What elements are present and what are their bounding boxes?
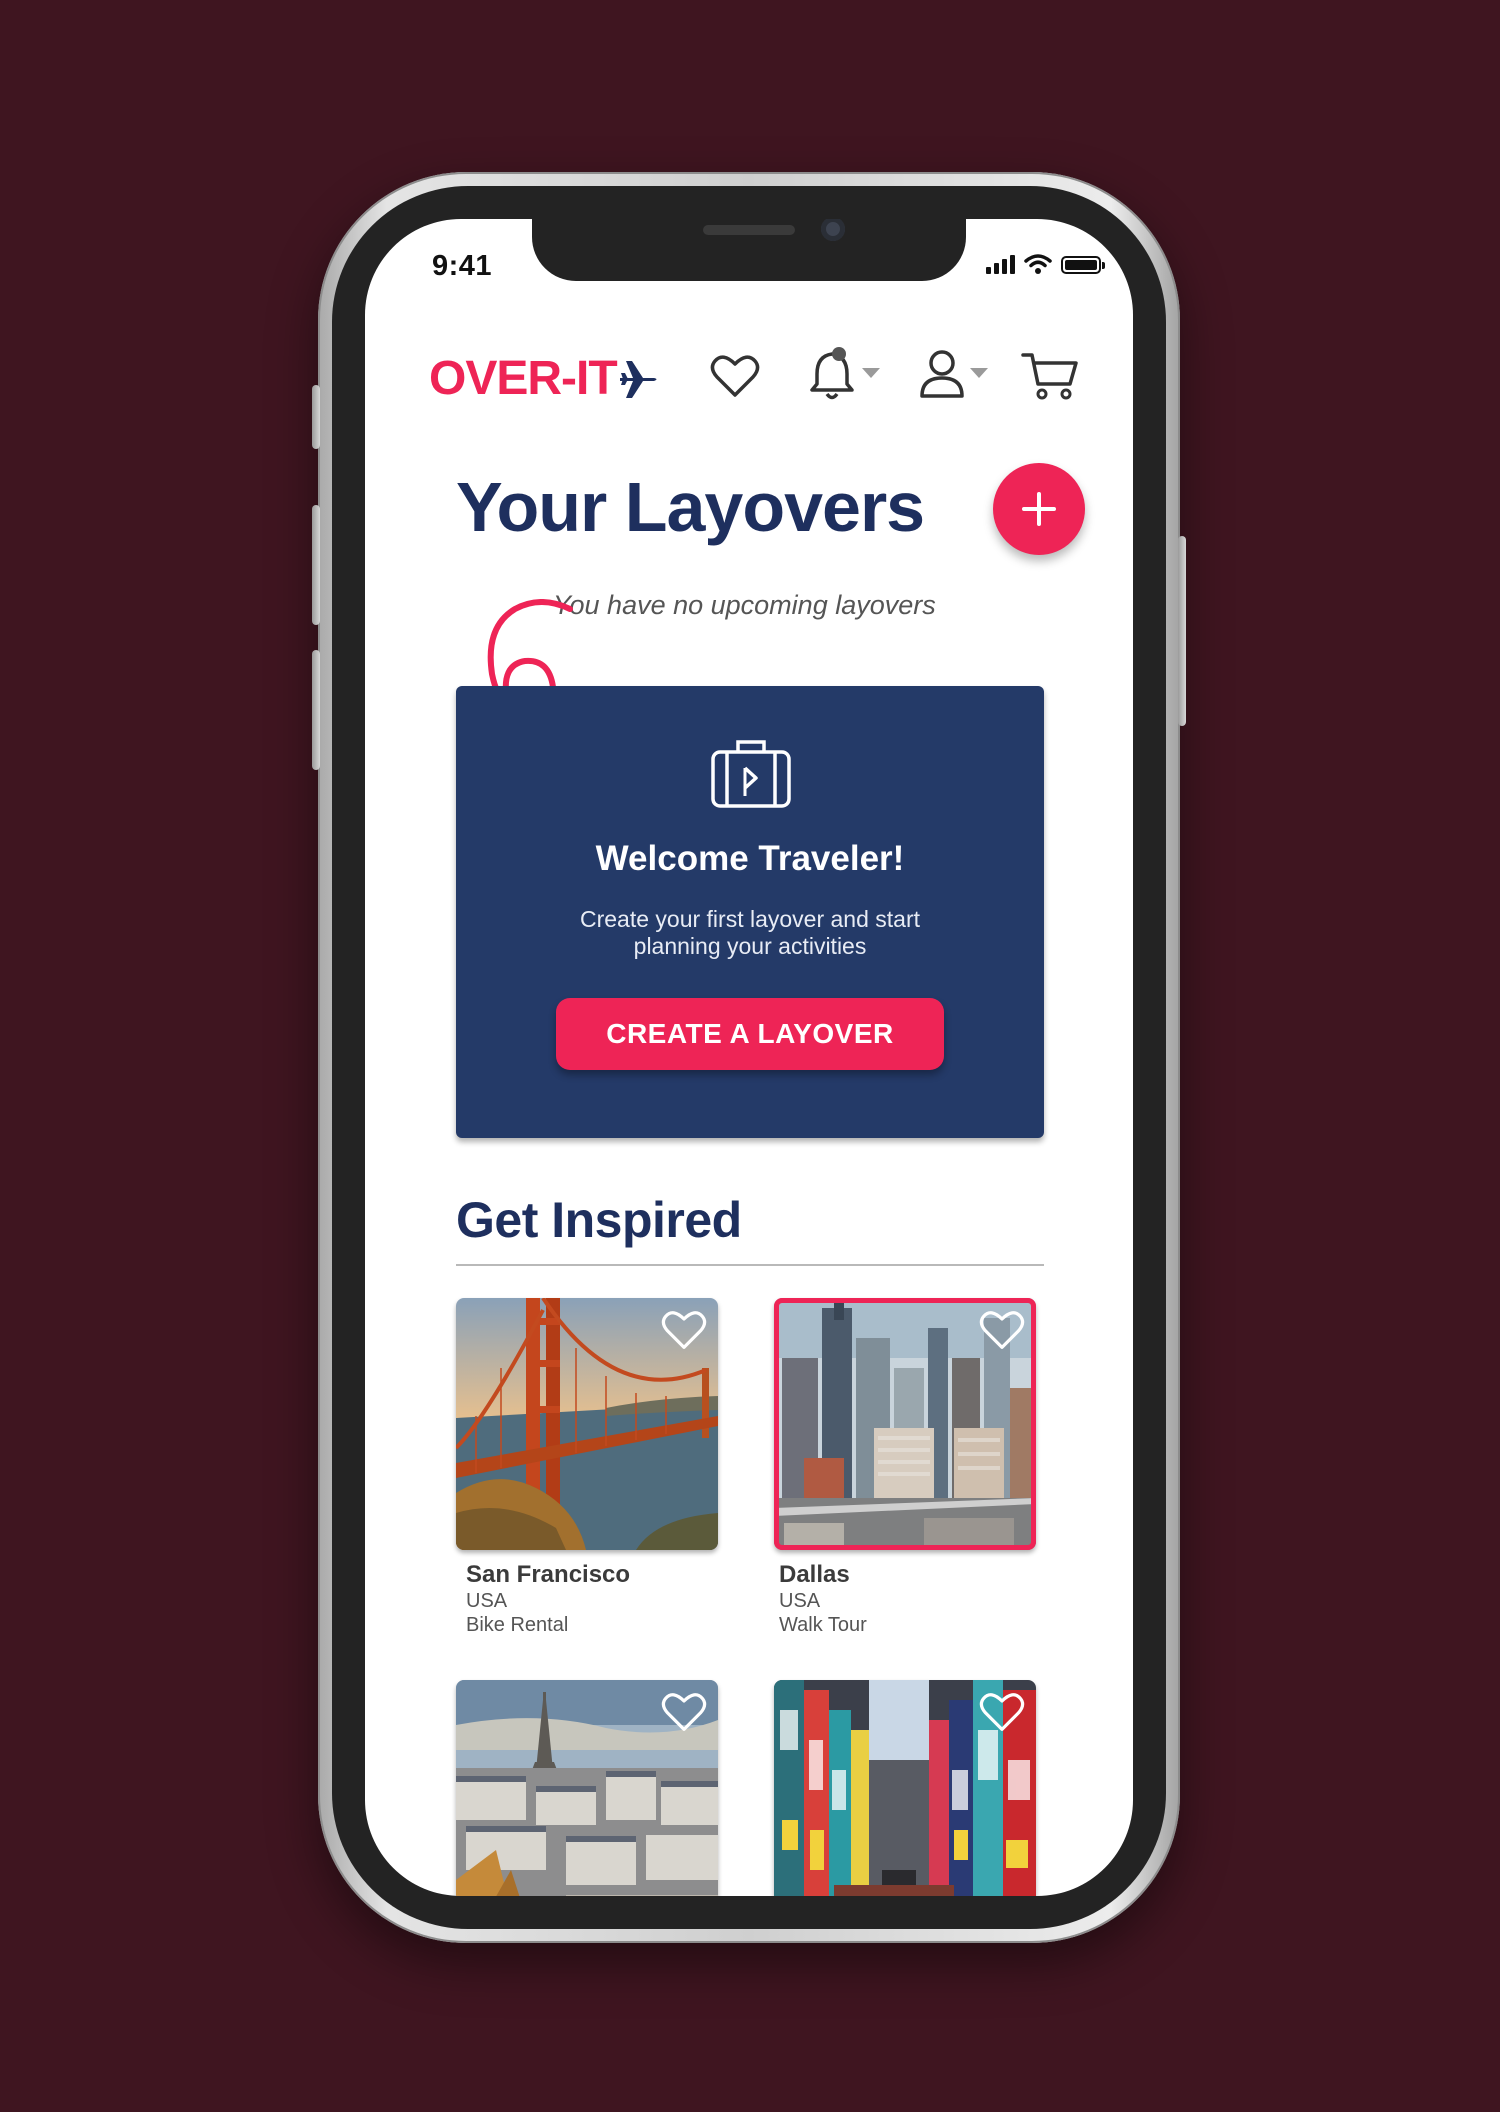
plus-icon: [1022, 492, 1056, 526]
add-layover-button[interactable]: [993, 463, 1085, 555]
heart-icon[interactable]: [661, 1309, 707, 1351]
destination-card-tokyo[interactable]: [774, 1680, 1036, 1896]
bell-icon: [810, 347, 854, 400]
card-city: Dallas: [779, 1561, 850, 1588]
suitcase-icon: [711, 740, 791, 808]
heart-icon[interactable]: [661, 1691, 707, 1733]
card-activity: Walk Tour: [779, 1614, 867, 1636]
front-camera: [821, 219, 845, 241]
signal-icon: [986, 254, 1015, 274]
account-menu[interactable]: [920, 349, 988, 404]
destination-card-san-francisco[interactable]: [456, 1298, 718, 1550]
airplane-icon: [619, 360, 657, 398]
card-city: San Francisco: [466, 1561, 631, 1588]
chevron-down-icon: [862, 368, 880, 378]
section-divider: [456, 1264, 1044, 1266]
status-time: 9:41: [432, 250, 493, 282]
notifications-menu[interactable]: [808, 346, 880, 407]
status-icons: [986, 253, 1105, 274]
heart-icon[interactable]: [710, 353, 760, 399]
heart-icon[interactable]: [979, 1309, 1025, 1351]
destination-card-paris[interactable]: [456, 1680, 718, 1896]
card-country: USA: [466, 1590, 508, 1612]
phone-volume-down-button: [312, 650, 320, 770]
welcome-title: Welcome Traveler!: [595, 839, 905, 878]
phone-volume-up-button: [312, 505, 320, 625]
heart-icon[interactable]: [979, 1691, 1025, 1733]
battery-icon: [1061, 256, 1105, 274]
chevron-down-icon: [970, 368, 988, 378]
welcome-card: Welcome Traveler! Create your first layo…: [456, 686, 1044, 1138]
logo-text: OVER-IT: [429, 352, 618, 405]
phone-side-button: [312, 385, 320, 449]
welcome-text: Create your first layover and start plan…: [579, 906, 921, 959]
card-meta-san-francisco: San Francisco USA Bike Rental: [466, 1561, 630, 1637]
phone-notch: [532, 219, 966, 281]
card-meta-dallas: Dallas USA Walk Tour: [779, 1561, 867, 1637]
card-activity: Bike Rental: [466, 1614, 569, 1636]
wifi-icon: [1024, 254, 1052, 274]
user-icon: [920, 350, 964, 398]
phone-power-button: [1178, 536, 1186, 726]
create-layover-button[interactable]: CREATE A LAYOVER: [556, 998, 944, 1070]
page-title: Your Layovers: [456, 468, 925, 546]
section-title: Get Inspired: [456, 1192, 742, 1248]
empty-state-note: You have no upcoming layovers: [553, 590, 936, 620]
card-country: USA: [779, 1590, 821, 1612]
cart-icon[interactable]: [1021, 351, 1079, 401]
speaker: [703, 225, 795, 235]
app-screen: 9:41 OVER-IT Your Layovers You have no u…: [365, 219, 1133, 1896]
destination-card-dallas[interactable]: [774, 1298, 1036, 1550]
app-logo[interactable]: OVER-IT: [429, 351, 659, 406]
